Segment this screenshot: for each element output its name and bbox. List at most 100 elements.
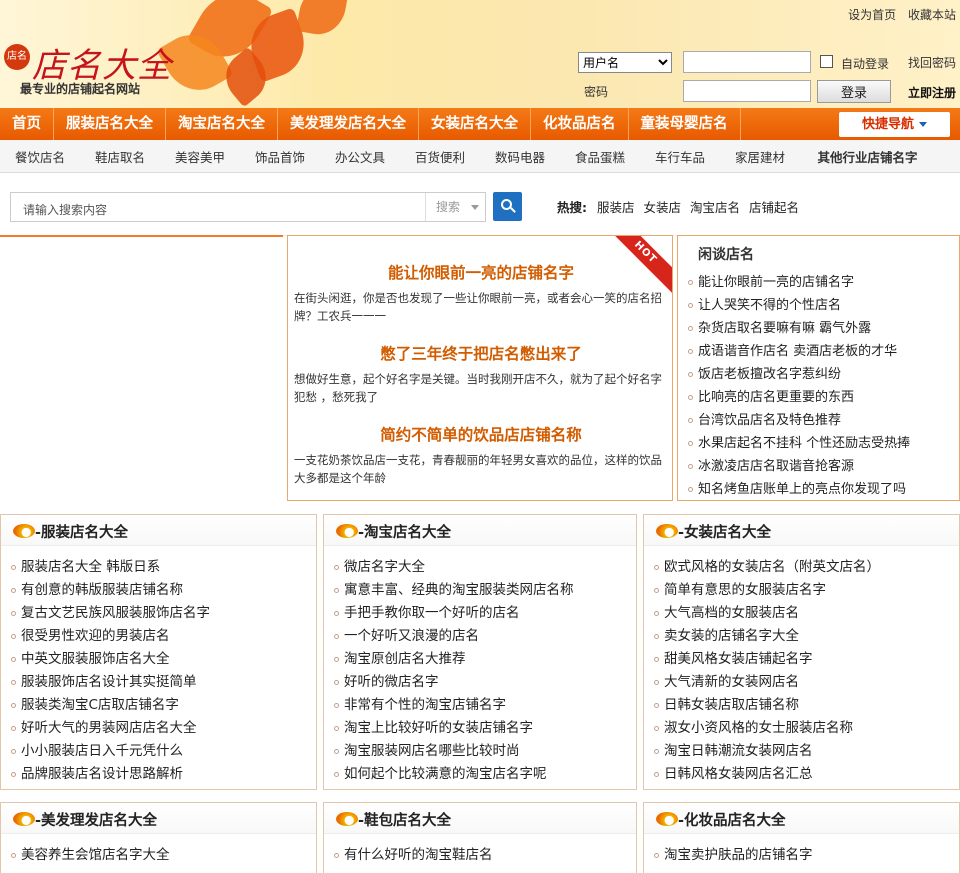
maple-leaf-decoration bbox=[296, 0, 349, 39]
login-type-select[interactable]: 用户名 bbox=[578, 52, 672, 73]
list-item[interactable]: 能让你眼前一亮的店铺名字 bbox=[688, 271, 910, 294]
subnav-item[interactable]: 百货便利 bbox=[400, 147, 480, 166]
quick-nav-label: 快捷导航 bbox=[861, 117, 914, 132]
forgot-password-link[interactable]: 找回密码 bbox=[908, 54, 956, 71]
list-item[interactable]: 有创意的韩版服装店铺名称 bbox=[11, 579, 316, 602]
auto-login-checkbox[interactable] bbox=[820, 55, 833, 68]
list-item[interactable]: 淑女小资风格的女士服装店名称 bbox=[654, 717, 959, 740]
list-item[interactable]: 水果店起名不挂科 个性还励志受热捧 bbox=[688, 432, 910, 455]
featured-title[interactable]: 能让你眼前一亮的店铺名字 bbox=[288, 261, 672, 283]
list-item[interactable]: 服装店名大全 韩版日系 bbox=[11, 556, 316, 579]
list-item[interactable]: 手把手教你取一个好听的店名 bbox=[334, 602, 636, 625]
subnav-item[interactable]: 鞋店取名 bbox=[80, 147, 160, 166]
list-item[interactable]: 如何起个比较满意的淘宝店名字呢 bbox=[334, 763, 636, 786]
list-item[interactable]: 大气高档的女服装店名 bbox=[654, 602, 959, 625]
list-item[interactable]: 卖女装的店铺名字大全 bbox=[654, 625, 959, 648]
site-logo[interactable]: 店名 店名大全 最专业的店铺起名网站 bbox=[4, 38, 174, 98]
hot-search-link[interactable]: 女装店 bbox=[643, 200, 681, 215]
hot-search-link[interactable]: 淘宝店名 bbox=[690, 200, 740, 215]
list-item[interactable]: 淘宝卖护肤品的店铺名字 bbox=[654, 844, 959, 867]
hot-search-link[interactable]: 店铺起名 bbox=[749, 200, 799, 215]
register-link[interactable]: 立即注册 bbox=[908, 84, 956, 101]
list-item[interactable]: 微店名字大全 bbox=[334, 556, 636, 579]
list-item[interactable]: 小小服装店日入千元凭什么 bbox=[11, 740, 316, 763]
section-cosmetics: -化妆品店名大全 淘宝卖护肤品的店铺名字 bbox=[643, 802, 960, 873]
subnav-item[interactable]: 美容美甲 bbox=[160, 147, 240, 166]
login-button[interactable]: 登录 bbox=[817, 80, 891, 103]
search-type-select[interactable]: 搜索 bbox=[425, 193, 487, 221]
subnav-item[interactable]: 车行车品 bbox=[640, 147, 720, 166]
hot-search-link[interactable]: 服装店 bbox=[597, 200, 635, 215]
list-item[interactable]: 日韩女装店取店铺名称 bbox=[654, 694, 959, 717]
list-item[interactable]: 甜美风格女装店铺起名字 bbox=[654, 648, 959, 671]
list-item[interactable]: 知名烤鱼店账单上的亮点你发现了吗 bbox=[688, 478, 910, 501]
list-item[interactable]: 淘宝日韩潮流女装网店名 bbox=[654, 740, 959, 763]
list-item[interactable]: 美容养生会馆店名字大全 bbox=[11, 844, 316, 867]
list-item[interactable]: 欧式风格的女装店名（附英文店名） bbox=[654, 556, 959, 579]
list-item[interactable]: 好听的微店名字 bbox=[334, 671, 636, 694]
list-item[interactable]: 好听大气的男装网店店名大全 bbox=[11, 717, 316, 740]
site-header: 设为首页 收藏本站 店名 店名大全 最专业的店铺起名网站 用户名 自动登录 找回… bbox=[0, 0, 960, 108]
list-item[interactable]: 成语谐音作店名 卖酒店老板的才华 bbox=[688, 340, 910, 363]
subnav-item[interactable]: 食品蛋糕 bbox=[560, 147, 640, 166]
section-title[interactable]: -鞋包店名大全 bbox=[358, 809, 451, 830]
list-item[interactable]: 淘宝原创店名大推荐 bbox=[334, 648, 636, 671]
section-title[interactable]: -服装店名大全 bbox=[35, 521, 128, 542]
list-item[interactable]: 一个好听又浪漫的店名 bbox=[334, 625, 636, 648]
list-item[interactable]: 饭店老板擅改名字惹纠纷 bbox=[688, 363, 910, 386]
list-item[interactable]: 比响亮的店名更重要的东西 bbox=[688, 386, 910, 409]
nav-kids[interactable]: 童装母婴店名 bbox=[629, 108, 741, 140]
list-item[interactable]: 台湾饮品店名及特色推荐 bbox=[688, 409, 910, 432]
subnav-item[interactable]: 餐饮店名 bbox=[0, 147, 80, 166]
hot-search: 热搜: 服装店 女装店 淘宝店名 店铺起名 bbox=[557, 197, 804, 216]
subnav-item[interactable]: 家居建材 bbox=[720, 147, 800, 166]
quick-nav-button[interactable]: 快捷导航 bbox=[839, 112, 950, 137]
list-item[interactable]: 日韩风格女装网店名汇总 bbox=[654, 763, 959, 786]
subnav-item-other[interactable]: 其他行业店铺名字 bbox=[800, 147, 935, 166]
list-item[interactable]: 大气清新的女装网店名 bbox=[654, 671, 959, 694]
list-item[interactable]: 杂货店取名要嘛有嘛 霸气外露 bbox=[688, 317, 910, 340]
nav-women-clothing[interactable]: 女装店名大全 bbox=[419, 108, 531, 140]
section-shoes-bags: -鞋包店名大全 有什么好听的淘宝鞋店名 bbox=[323, 802, 637, 873]
set-homepage-link[interactable]: 设为首页 bbox=[848, 8, 896, 22]
password-input[interactable] bbox=[683, 80, 811, 102]
list-item[interactable]: 中英文服装服饰店名大全 bbox=[11, 648, 316, 671]
chevron-down-icon bbox=[919, 122, 927, 127]
search-input[interactable]: 请输入搜索内容 搜索 bbox=[10, 192, 486, 222]
list-item[interactable]: 寓意丰富、经典的淘宝服装类网店名称 bbox=[334, 579, 636, 602]
section-title[interactable]: -美发理发店名大全 bbox=[35, 809, 157, 830]
list-item[interactable]: 简单有意思的女服装店名字 bbox=[654, 579, 959, 602]
list-item[interactable]: 淘宝服装网店名哪些比较时尚 bbox=[334, 740, 636, 763]
nav-home[interactable]: 首页 bbox=[0, 108, 54, 140]
section-hair-salon: -美发理发店名大全 美容养生会馆店名字大全 bbox=[0, 802, 317, 873]
search-button[interactable] bbox=[493, 192, 522, 221]
main-navigation: 首页 服装店名大全 淘宝店名大全 美发理发店名大全 女装店名大全 化妆品店名 童… bbox=[0, 108, 960, 140]
list-item[interactable]: 非常有个性的淘宝店铺名字 bbox=[334, 694, 636, 717]
list-item[interactable]: 淘宝上比较好听的女装店铺名字 bbox=[334, 717, 636, 740]
list-item[interactable]: 很受男性欢迎的男装店名 bbox=[11, 625, 316, 648]
featured-title[interactable]: 憋了三年终于把店名憋出来了 bbox=[288, 342, 672, 364]
section-title[interactable]: -女装店名大全 bbox=[678, 521, 771, 542]
list-item[interactable]: 服装服饰店名设计其实挺简单 bbox=[11, 671, 316, 694]
chevron-down-icon bbox=[471, 205, 479, 210]
list-item[interactable]: 让人哭笑不得的个性店名 bbox=[688, 294, 910, 317]
section-title[interactable]: -化妆品店名大全 bbox=[678, 809, 786, 830]
section-icon bbox=[13, 524, 35, 538]
nav-hair-salon[interactable]: 美发理发店名大全 bbox=[278, 108, 419, 140]
list-item[interactable]: 品牌服装店名设计思路解析 bbox=[11, 763, 316, 786]
list-item[interactable]: 冰激凌店店名取谐音抢客源 bbox=[688, 455, 910, 478]
nav-cosmetics[interactable]: 化妆品店名 bbox=[531, 108, 629, 140]
gossip-title: 闲谈店名 bbox=[698, 247, 754, 263]
subnav-item[interactable]: 办公文具 bbox=[320, 147, 400, 166]
nav-clothing[interactable]: 服装店名大全 bbox=[54, 108, 166, 140]
list-item[interactable]: 复古文艺民族风服装服饰店名字 bbox=[11, 602, 316, 625]
bookmark-link[interactable]: 收藏本站 bbox=[908, 8, 956, 22]
subnav-item[interactable]: 饰品首饰 bbox=[240, 147, 320, 166]
list-item[interactable]: 服装类淘宝C店取店铺名字 bbox=[11, 694, 316, 717]
featured-title[interactable]: 简约不简单的饮品店店铺名称 bbox=[288, 423, 672, 445]
subnav-item[interactable]: 数码电器 bbox=[480, 147, 560, 166]
username-input[interactable] bbox=[683, 51, 811, 73]
section-title[interactable]: -淘宝店名大全 bbox=[358, 521, 451, 542]
list-item[interactable]: 有什么好听的淘宝鞋店名 bbox=[334, 844, 636, 867]
nav-taobao[interactable]: 淘宝店名大全 bbox=[166, 108, 278, 140]
